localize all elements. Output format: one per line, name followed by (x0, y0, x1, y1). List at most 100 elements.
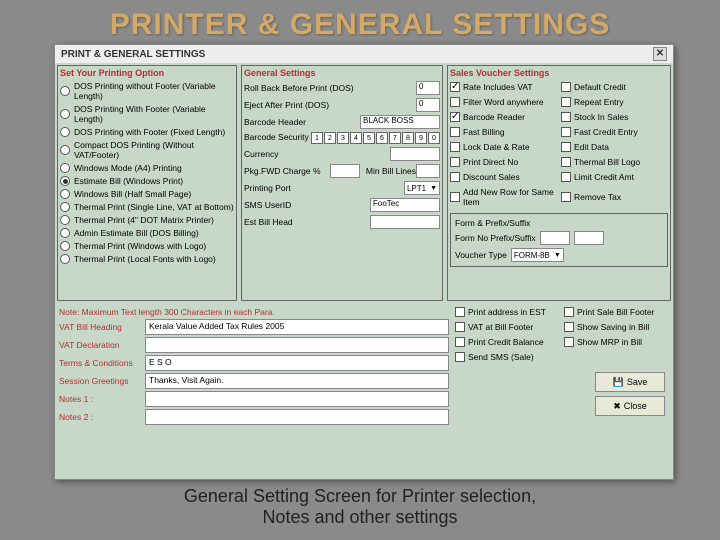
checkbox-icon (450, 192, 460, 202)
currency-input[interactable] (390, 147, 440, 161)
text-field-0[interactable]: Kerala Value Added Tax Rules 2005 (145, 319, 449, 335)
voucher-settings-panel: Sales Voucher Settings Rate Includes VAT… (447, 65, 671, 301)
voucher-cb-7[interactable]: Fast Credit Entry (561, 127, 668, 137)
voucher-cb-15[interactable]: Remove Tax (561, 187, 668, 207)
print-option-2[interactable]: DOS Printing with Footer (Fixed Length) (60, 127, 234, 137)
checkbox-icon (450, 142, 460, 152)
print-option-9[interactable]: Admin Estimate Bill (DOS Billing) (60, 228, 234, 238)
min-bill-input[interactable] (416, 164, 440, 178)
printing-option-title: Set Your Printing Option (60, 68, 234, 78)
text-row-0: VAT Bill HeadingKerala Value Added Tax R… (59, 319, 449, 335)
text-field-1[interactable] (145, 337, 449, 353)
save-button[interactable]: 💾Save (595, 372, 665, 392)
settings-dialog: PRINT & GENERAL SETTINGS ✕ Set Your Prin… (54, 44, 674, 480)
checkbox-icon (561, 172, 571, 182)
radio-icon (60, 127, 70, 137)
voucher-cb-10[interactable]: Print Direct No (450, 157, 557, 167)
checkbox-icon (450, 172, 460, 182)
checkbox-icon (564, 322, 574, 332)
barcode-header-input[interactable]: BLACK BOSS (360, 115, 440, 129)
radio-icon (60, 228, 70, 238)
voucher-cb-0[interactable]: Rate Includes VAT (450, 82, 557, 92)
est-bill-head-label: Est Bill Head (244, 217, 370, 227)
print-option-4[interactable]: Windows Mode (A4) Printing (60, 163, 234, 173)
voucher-settings-title: Sales Voucher Settings (450, 68, 668, 78)
printing-option-panel: Set Your Printing Option DOS Printing wi… (57, 65, 237, 301)
voucher-extra-cb-1[interactable]: Print Sale Bill Footer (564, 307, 669, 317)
voucher-extra-cb-4[interactable]: Print Credit Balance (455, 337, 560, 347)
print-option-5[interactable]: Estimate Bill (Windows Print) (60, 176, 234, 186)
checkbox-icon (455, 307, 465, 317)
voucher-cb-11[interactable]: Thermal Bill Logo (561, 157, 668, 167)
slide-caption: General Setting Screen for Printer selec… (0, 486, 720, 528)
text-field-3[interactable]: Thanks, Visit Again. (145, 373, 449, 389)
print-option-6[interactable]: Windows Bill (Half Small Page) (60, 189, 234, 199)
min-bill-label: Min Bill Lines (366, 166, 416, 176)
bottom-panel: Note: Maximum Text length 300 Characters… (55, 303, 673, 429)
checkbox-icon (561, 142, 571, 152)
eject-input[interactable]: 0 (416, 98, 440, 112)
print-option-11[interactable]: Thermal Print (Local Fonts with Logo) (60, 254, 234, 264)
voucher-cb-1[interactable]: Default Credit (561, 82, 668, 92)
checkbox-icon (561, 97, 571, 107)
sms-user-label: SMS UserID (244, 200, 370, 210)
dialog-title-text: PRINT & GENERAL SETTINGS (61, 49, 205, 60)
voucher-cb-4[interactable]: Barcode Reader (450, 112, 557, 122)
checkbox-icon (450, 127, 460, 137)
text-row-5: Notes 2 : (59, 409, 449, 425)
voucher-cb-6[interactable]: Fast Billing (450, 127, 557, 137)
print-option-7[interactable]: Thermal Print (Single Line, VAT at Botto… (60, 202, 234, 212)
prefix-input[interactable] (540, 231, 570, 245)
checkbox-icon (450, 97, 460, 107)
text-field-2[interactable]: E S O (145, 355, 449, 371)
voucher-cb-8[interactable]: Lock Date & Rate (450, 142, 557, 152)
checkbox-icon (450, 82, 460, 92)
voucher-extra-cb-2[interactable]: VAT at Bill Footer (455, 322, 560, 332)
text-field-5[interactable] (145, 409, 449, 425)
voucher-extra-cb-0[interactable]: Print address in EST (455, 307, 560, 317)
voucher-cb-9[interactable]: Edit Data (561, 142, 668, 152)
radio-icon (60, 215, 70, 225)
print-option-10[interactable]: Thermal Print (Windows with Logo) (60, 241, 234, 251)
voucher-extra-cb-5[interactable]: Show MRP in Bill (564, 337, 669, 347)
barcode-security-label: Barcode Security (244, 132, 311, 142)
save-icon: 💾 (613, 377, 624, 388)
close-button-icon: ✖ (613, 401, 621, 412)
sms-user-input[interactable]: FooTec (370, 198, 440, 212)
print-option-0[interactable]: DOS Printing without Footer (Variable Le… (60, 81, 234, 101)
checkbox-icon (450, 112, 460, 122)
close-button[interactable]: ✖Close (595, 396, 665, 416)
voucher-type-label: Voucher Type (455, 250, 507, 260)
checkbox-icon (561, 157, 571, 167)
pkg-fwd-input[interactable] (330, 164, 360, 178)
text-row-2: Terms & ConditionsE S O (59, 355, 449, 371)
voucher-cb-2[interactable]: Filter Word anywhere (450, 97, 557, 107)
radio-icon (60, 241, 70, 251)
est-bill-head-input[interactable] (370, 215, 440, 229)
voucher-cb-5[interactable]: Stock In Sales (561, 112, 668, 122)
print-option-3[interactable]: Compact DOS Printing (Without VAT/Footer… (60, 140, 234, 160)
voucher-cb-14[interactable]: Add New Row for Same Item (450, 187, 557, 207)
text-row-3: Session GreetingsThanks, Visit Again. (59, 373, 449, 389)
printing-port-select[interactable]: LPT1 (404, 181, 440, 195)
voucher-cb-12[interactable]: Discount Sales (450, 172, 557, 182)
radio-icon (60, 176, 70, 186)
print-option-8[interactable]: Thermal Print (4" DOT Matrix Printer) (60, 215, 234, 225)
radio-icon (60, 163, 70, 173)
suffix-input[interactable] (574, 231, 604, 245)
rollback-input[interactable]: 0 (416, 81, 440, 95)
note-text: Note: Maximum Text length 300 Characters… (59, 307, 449, 317)
radio-icon (60, 109, 70, 119)
close-icon[interactable]: ✕ (653, 47, 667, 61)
checkbox-icon (455, 352, 465, 362)
barcode-security-boxes[interactable]: 1234567890 (311, 132, 440, 144)
voucher-type-select[interactable]: FORM-8B (511, 248, 564, 262)
voucher-extra-cb-6[interactable]: Send SMS (Sale) (455, 352, 560, 362)
voucher-extra-cb-3[interactable]: Show Saving in Bill (564, 322, 669, 332)
print-option-1[interactable]: DOS Printing With Footer (Variable Lengt… (60, 104, 234, 124)
voucher-cb-3[interactable]: Repeat Entry (561, 97, 668, 107)
text-field-4[interactable] (145, 391, 449, 407)
checkbox-icon (561, 82, 571, 92)
voucher-cb-13[interactable]: Limit Credit Amt (561, 172, 668, 182)
checkbox-icon (561, 192, 571, 202)
